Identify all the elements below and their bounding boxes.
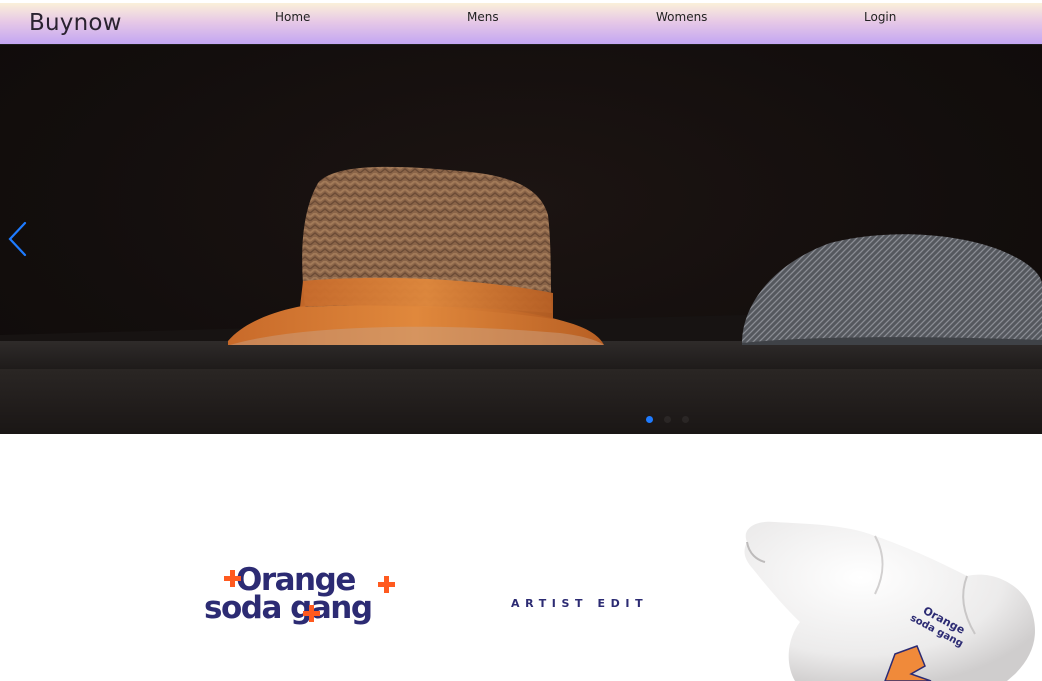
carousel-indicators	[0, 416, 1042, 424]
nav-link-login[interactable]: Login	[864, 10, 896, 24]
orange-soda-gang-logo: Orange soda gang	[204, 562, 395, 626]
svg-text:soda gang: soda gang	[204, 590, 372, 626]
navbar: Buynow Home Mens Womens Login	[0, 0, 1042, 45]
collab-banner: Orange soda gang ARTIST EDIT Orange soda…	[0, 434, 1042, 681]
carousel-prev-button[interactable]	[4, 219, 30, 259]
brand-logo[interactable]: Buynow	[29, 10, 122, 36]
product-image-jacket: Orange soda gang	[744, 521, 1035, 681]
carousel-indicator-3[interactable]	[682, 416, 689, 423]
plus-icon	[378, 576, 395, 593]
artist-edit-tagline: ARTIST EDIT	[511, 597, 649, 610]
nav-link-womens[interactable]: Womens	[656, 10, 707, 24]
hero-slide-image	[0, 166, 1042, 434]
chevron-left-icon	[8, 221, 27, 257]
nav-link-home[interactable]: Home	[275, 10, 310, 24]
carousel-indicator-1[interactable]	[646, 416, 653, 423]
carousel-indicator-2[interactable]	[664, 416, 671, 423]
nav-link-mens[interactable]: Mens	[467, 10, 499, 24]
hero-carousel	[0, 45, 1042, 434]
